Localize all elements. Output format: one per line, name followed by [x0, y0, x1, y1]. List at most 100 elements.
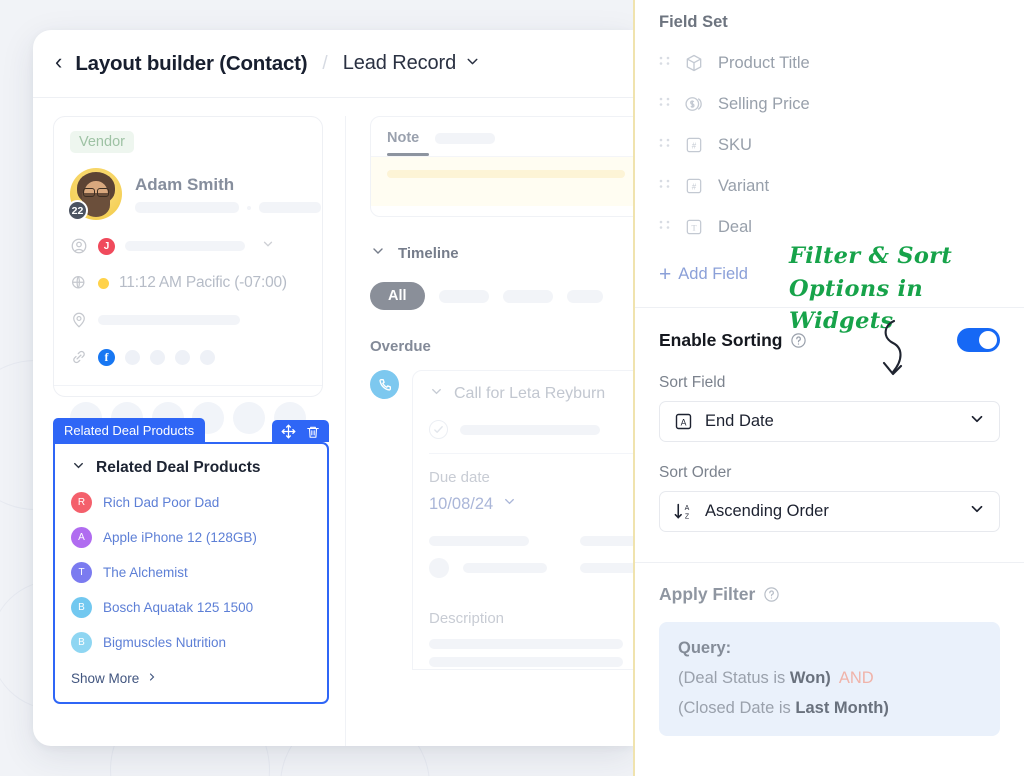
list-item-label: The Alchemist [103, 565, 188, 580]
field-label: Deal [718, 218, 752, 237]
query-line-1-value: Won) [790, 669, 831, 687]
svg-text:T: T [691, 224, 696, 233]
sort-field-value: End Date [705, 412, 774, 431]
list-item[interactable]: T The Alchemist [71, 562, 311, 583]
vendor-name: Adam Smith [135, 175, 321, 195]
person-circle-icon [70, 237, 88, 255]
task-title-row[interactable]: Call for Leta Reyburn [429, 384, 633, 404]
widget-header[interactable]: Related Deal Products [71, 458, 311, 478]
trash-icon[interactable] [306, 425, 320, 439]
field-set-heading: Field Set [659, 0, 1000, 32]
list-item[interactable]: A Apple iPhone 12 (128GB) [71, 527, 311, 548]
query-line-2-prefix: (Closed Date is [678, 699, 795, 717]
add-field-button[interactable]: + Add Field [659, 264, 1000, 285]
social-placeholder-icon [175, 350, 190, 365]
chip-all[interactable]: All [370, 282, 425, 310]
query-line-1: (Deal Status is Won)AND [678, 669, 981, 688]
timeline-filter-chips: All [370, 282, 633, 310]
chevron-down-icon[interactable] [429, 384, 444, 404]
svg-text:#: # [692, 142, 697, 151]
item-avatar: B [71, 597, 92, 618]
currency-coin-icon [684, 94, 704, 114]
record-name-label: Lead Record [343, 52, 456, 75]
list-item[interactable]: B Bigmuscles Nutrition [71, 632, 311, 653]
layout-builder-window: ‹ Layout builder (Contact) / Lead Record… [33, 30, 633, 746]
sort-field-select[interactable]: A End Date [659, 401, 1000, 442]
globe-clock-icon [70, 274, 88, 292]
show-more-button[interactable]: Show More [71, 671, 311, 686]
link-icon [70, 348, 88, 366]
item-avatar: A [71, 527, 92, 548]
vendor-location-row [70, 309, 306, 331]
chevron-left-icon[interactable]: ‹ [55, 51, 62, 76]
related-deal-products-widget: Related Deal Products [53, 417, 329, 704]
field-set-row[interactable]: # SKU [659, 135, 1000, 155]
field-set-row[interactable]: Selling Price [659, 94, 1000, 114]
vendor-owner-row[interactable]: J [70, 235, 306, 257]
vendor-subtitle-placeholder [135, 202, 321, 213]
facebook-icon[interactable]: f [98, 349, 115, 366]
number-box-icon: # [684, 135, 704, 155]
text-box-icon: T [684, 217, 704, 237]
question-circle-icon[interactable] [790, 332, 807, 349]
field-set-row[interactable]: T Deal [659, 217, 1000, 237]
query-label: Query: [678, 639, 981, 658]
vendor-timezone: 11:12 AM Pacific (-07:00) [119, 274, 287, 292]
list-item[interactable]: R Rich Dad Poor Dad [71, 492, 311, 513]
field-set-row[interactable]: Product Title [659, 53, 1000, 73]
svg-text:#: # [692, 183, 697, 192]
query-line-1-prefix: (Deal Status is [678, 669, 790, 687]
due-date-value-row[interactable]: 10/08/24 [429, 494, 633, 514]
field-label: Product Title [718, 54, 810, 73]
timeline-section-label: Overdue [370, 338, 633, 355]
due-date-value: 10/08/24 [429, 495, 493, 514]
chevron-down-icon [261, 237, 275, 256]
check-circle-icon[interactable] [429, 420, 448, 439]
svg-text:A: A [681, 417, 687, 427]
question-circle-icon[interactable] [763, 586, 780, 603]
app-header: ‹ Layout builder (Contact) / Lead Record [33, 30, 633, 98]
widget-title: Related Deal Products [96, 459, 261, 477]
chevron-down-icon[interactable] [370, 243, 386, 264]
record-selector[interactable]: Lead Record [343, 52, 481, 75]
field-set-row[interactable]: # Variant [659, 176, 1000, 196]
timeline-header[interactable]: Timeline [370, 243, 633, 264]
chevron-down-icon[interactable] [71, 458, 86, 478]
chip-placeholder[interactable] [567, 290, 603, 303]
query-box[interactable]: Query: (Deal Status is Won)AND (Closed D… [659, 622, 1000, 736]
vendor-card: Vendor 22 Adam Smith [53, 116, 323, 397]
apply-filter-label: Apply Filter [659, 584, 755, 605]
chip-placeholder[interactable] [439, 290, 489, 303]
timeline-title: Timeline [398, 245, 459, 262]
sort-order-select[interactable]: AZ Ascending Order [659, 491, 1000, 532]
field-label: Variant [718, 177, 769, 196]
middle-column: Note Timeline All [345, 116, 633, 746]
list-item[interactable]: B Bosch Aquatak 125 1500 [71, 597, 311, 618]
map-pin-icon [70, 311, 88, 329]
chevron-down-icon [968, 500, 986, 523]
vendor-social-row[interactable]: f [70, 346, 306, 368]
drag-handle-icon[interactable] [659, 97, 670, 112]
drag-handle-icon[interactable] [659, 220, 670, 235]
enable-sorting-label: Enable Sorting [659, 330, 782, 351]
phone-call-icon [370, 370, 399, 399]
move-icon[interactable] [281, 424, 296, 439]
tab-note[interactable]: Note [387, 130, 419, 146]
social-placeholder-icon [200, 350, 215, 365]
drag-handle-icon[interactable] [659, 179, 670, 194]
widget-tab-label[interactable]: Related Deal Products [53, 418, 205, 442]
enable-sorting-toggle[interactable] [957, 328, 1000, 352]
description-label: Description [429, 610, 633, 627]
screenshot-root: ‹ Layout builder (Contact) / Lead Record… [0, 0, 1024, 776]
item-avatar: T [71, 562, 92, 583]
chip-placeholder[interactable] [503, 290, 553, 303]
sort-az-ascending-icon: AZ [673, 501, 694, 522]
note-body[interactable] [371, 156, 633, 206]
avatar-badge: 22 [67, 200, 88, 221]
list-item-label: Apple iPhone 12 (128GB) [103, 530, 257, 545]
item-avatar: B [71, 632, 92, 653]
social-placeholder-icon [125, 350, 140, 365]
drag-handle-icon[interactable] [659, 138, 670, 153]
drag-handle-icon[interactable] [659, 56, 670, 71]
list-item-label: Rich Dad Poor Dad [103, 495, 219, 510]
